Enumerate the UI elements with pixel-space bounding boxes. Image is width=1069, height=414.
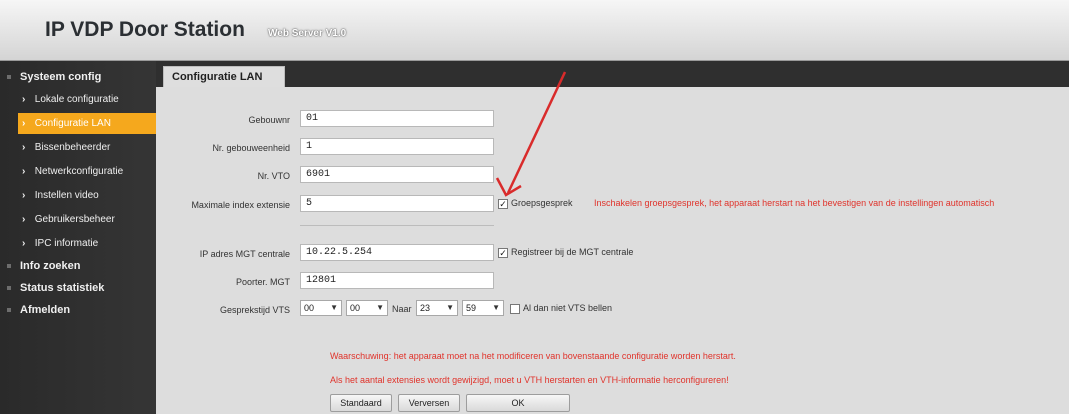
annotation-arrow-icon <box>495 71 567 197</box>
